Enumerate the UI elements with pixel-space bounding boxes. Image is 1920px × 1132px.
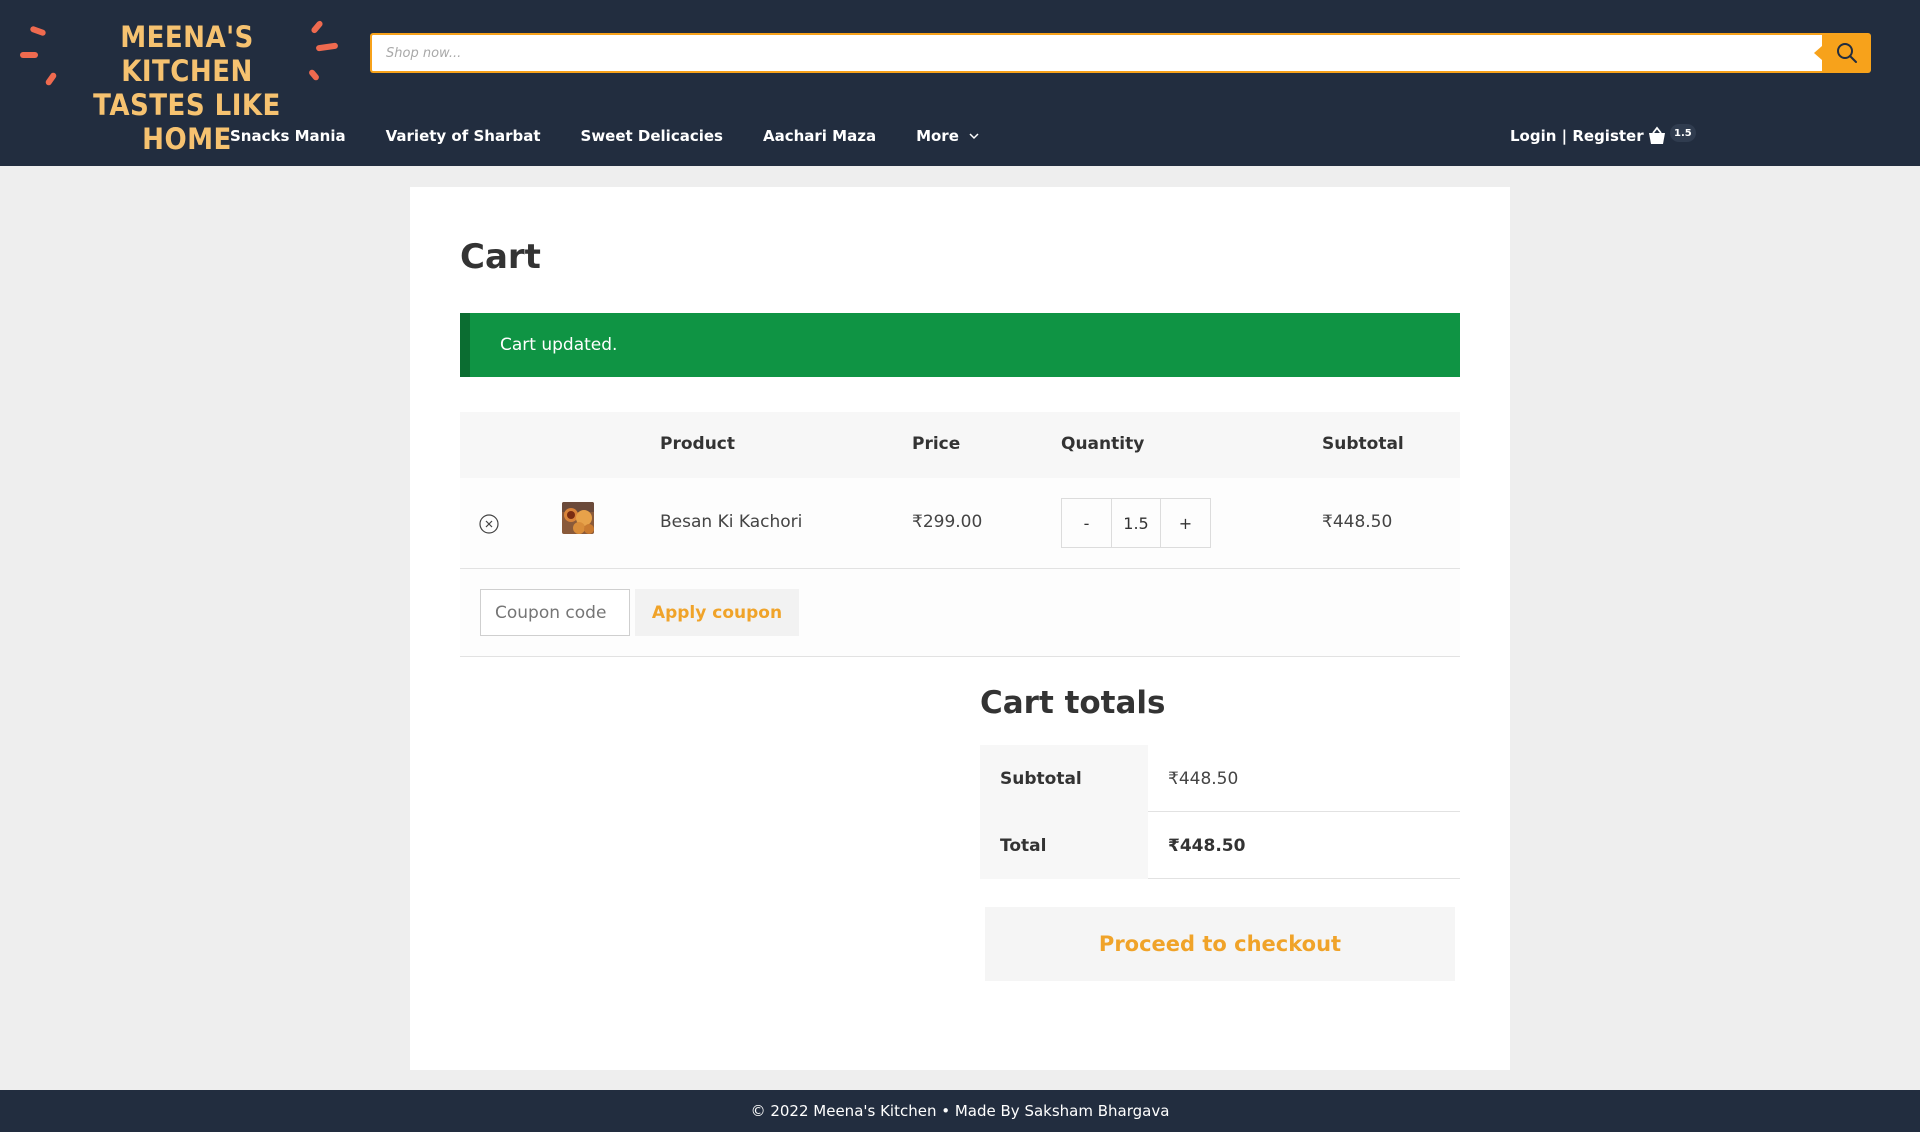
remove-item-button[interactable] <box>479 514 499 534</box>
quantity-decrease-button[interactable]: - <box>1062 499 1111 547</box>
totals-total-label: Total <box>980 812 1148 879</box>
quantity-increase-button[interactable]: + <box>1161 499 1210 547</box>
totals-subtotal-value: ₹448.50 <box>1168 768 1239 789</box>
totals-total-value: ₹448.50 <box>1168 835 1246 856</box>
site-logo[interactable]: MEENA'S KITCHEN TASTES LIKE HOME <box>18 14 342 156</box>
cart-button[interactable] <box>1648 124 1668 148</box>
nav-more-label: More <box>916 127 959 145</box>
coupon-row: Apply coupon <box>460 569 1460 657</box>
search-button[interactable] <box>1814 33 1871 73</box>
footer-text: © 2022 Meena's Kitchen • Made By Saksham… <box>750 1102 1170 1120</box>
search-input[interactable] <box>370 33 1822 73</box>
totals-total-row: Total ₹448.50 <box>980 812 1460 879</box>
coupon-code-input[interactable] <box>480 589 630 636</box>
cart-updated-notice: Cart updated. <box>460 313 1460 377</box>
header-price: Price <box>912 434 961 454</box>
proceed-to-checkout-button[interactable]: Proceed to checkout <box>985 907 1455 981</box>
site-footer: © 2022 Meena's Kitchen • Made By Saksham… <box>0 1090 1920 1132</box>
logo-dash <box>29 25 47 37</box>
logo-dash <box>20 52 38 58</box>
table-row: Besan Ki Kachori ₹299.00 - 1.5 + ₹448.50 <box>460 478 1460 569</box>
header-subtotal: Subtotal <box>1322 434 1404 454</box>
cart-totals-table: Subtotal ₹448.50 Total ₹448.50 <box>980 745 1460 879</box>
logo-dash <box>307 68 321 82</box>
site-header: MEENA'S KITCHEN TASTES LIKE HOME Snacks … <box>0 0 1920 166</box>
quantity-stepper: - 1.5 + <box>1061 498 1211 548</box>
nav-item-aachari-maza[interactable]: Aachari Maza <box>763 127 876 145</box>
product-name-link[interactable]: Besan Ki Kachori <box>660 512 802 532</box>
cart-totals-title: Cart totals <box>980 685 1166 721</box>
quantity-input[interactable]: 1.5 <box>1111 499 1161 547</box>
logo-dash <box>310 19 324 35</box>
logo-line-1: MEENA'S KITCHEN <box>120 20 254 88</box>
nav-item-snacks-mania[interactable]: Snacks Mania <box>230 127 346 145</box>
header-quantity: Quantity <box>1061 434 1145 454</box>
nav-item-variety-of-sharbat[interactable]: Variety of Sharbat <box>386 127 541 145</box>
totals-subtotal-label: Subtotal <box>980 745 1148 812</box>
search-icon <box>1836 43 1857 63</box>
chevron-down-icon <box>969 132 979 140</box>
product-price: ₹299.00 <box>912 512 983 532</box>
account-link[interactable]: Login | Register <box>1510 124 1644 148</box>
product-subtotal: ₹448.50 <box>1322 512 1393 532</box>
remove-icon <box>479 514 499 534</box>
main-nav: Snacks Mania Variety of Sharbat Sweet De… <box>230 124 1019 148</box>
cart-page: Cart Cart updated. Product Price Quantit… <box>410 187 1510 1070</box>
header-product: Product <box>660 434 735 454</box>
nav-item-more[interactable]: More <box>916 127 979 145</box>
cart-table: Product Price Quantity Subtotal Besan Ki… <box>460 412 1460 657</box>
nav-item-sweet-delicacies[interactable]: Sweet Delicacies <box>581 127 723 145</box>
page-title: Cart <box>460 237 541 277</box>
product-thumbnail[interactable] <box>562 502 594 534</box>
logo-dash <box>315 42 339 52</box>
search-bar <box>370 33 1871 73</box>
table-header: Product Price Quantity Subtotal <box>460 412 1460 478</box>
apply-coupon-button[interactable]: Apply coupon <box>635 589 799 636</box>
logo-dash <box>44 71 58 87</box>
cart-count-badge: 1.5 <box>1670 124 1696 142</box>
shopping-basket-icon <box>1649 126 1665 144</box>
totals-subtotal-row: Subtotal ₹448.50 <box>980 745 1460 812</box>
